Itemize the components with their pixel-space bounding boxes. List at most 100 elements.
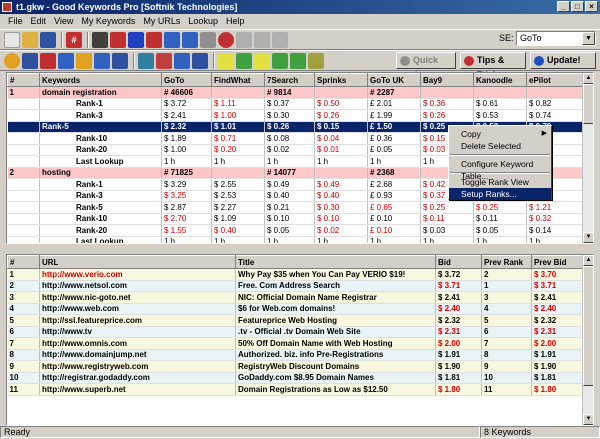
blue-box-icon[interactable] [174,52,190,69]
top-scrollbar[interactable]: ▲ ▼ [582,73,593,243]
yellow-box-icon[interactable] [254,52,270,69]
urls-col-header[interactable]: Title [235,255,436,269]
url-row[interactable]: 3 http://www.nic-goto.net NIC: Official Do… [7,291,584,304]
save-icon[interactable] [40,31,56,48]
keywords-col-header[interactable]: ePilot [526,73,584,87]
keywords-col-header[interactable]: Kanoodle [473,73,527,87]
ctx-delete-selected[interactable]: Delete Selected [449,140,551,152]
gray-tool-icon[interactable] [200,31,216,48]
keyword-row[interactable]: Rank-3 $ 2.41 $ 1.00 $ 0.30 $ 0.26 £ 1.99 $ 0.… [7,109,584,122]
urls-col-header[interactable]: Prev Rank [481,255,532,269]
keywords-col-header[interactable]: GoTo [161,73,212,87]
green-box-icon[interactable] [236,52,252,69]
binoculars-icon[interactable] [92,31,108,48]
keywords-col-header[interactable]: Sprinks [314,73,368,87]
scroll-up-icon[interactable]: ▲ [583,73,593,84]
search-engine-select[interactable]: GoTo ▼ [516,31,596,46]
table-cell: $ 0.26 [314,109,368,122]
red-globe-icon[interactable] [156,52,172,69]
scroll-thumb[interactable] [583,266,593,386]
refresh-icon[interactable] [236,31,252,48]
urls-table[interactable]: # URL Title Bid Prev Rank Prev Bid 1 http://ww… [6,254,594,426]
menu-edit[interactable]: Edit [27,14,51,29]
list-icon[interactable] [94,52,110,69]
pane-splitter[interactable] [0,246,600,252]
url-row[interactable]: 4 http://www.web.com $6 for Web.com domain… [7,303,584,315]
minimize-button[interactable]: _ [557,1,570,12]
maximize-button[interactable]: □ [571,1,584,12]
globe-icon[interactable] [138,52,154,69]
blue-table-icon[interactable] [112,52,128,69]
urls-col-header[interactable]: Prev Bid [531,255,584,269]
update-button[interactable]: Update! [530,52,596,69]
lookup-red-icon[interactable] [110,31,126,48]
keywords-col-header[interactable]: # [7,73,40,87]
keywords-col-header[interactable]: FindWhat [211,73,265,87]
green-list-icon[interactable] [290,52,306,69]
red-arrow-tool-icon[interactable] [40,52,56,69]
keyword-row[interactable]: Rank-1 $ 3.72 $ 1.11 $ 0.37 $ 0.50 £ 2.01 $ 0.… [7,98,584,110]
scroll-up-icon[interactable]: ▲ [583,255,593,266]
urls-col-header[interactable]: # [7,255,40,269]
kb-icon[interactable] [164,31,180,48]
olive-box-icon[interactable] [308,52,324,69]
red-arrow-icon[interactable] [146,31,162,48]
tips-tricks-button[interactable]: Tips & Tricks [460,52,526,80]
ctx-setup-ranks[interactable]: Setup Ranks... [449,188,551,200]
ctx-configure-keyword-table[interactable]: Configure Keyword Table... [449,158,551,181]
menu-my-urls[interactable]: My URLs [139,14,184,29]
url-row[interactable]: 8 http://www.domainjump.net Authorized. bi… [7,349,584,361]
urls-col-header[interactable]: URL [39,255,236,269]
url-row[interactable]: 2 http://www.netsol.com Free. Com Address … [7,280,584,292]
scroll-down-icon[interactable]: ▼ [583,232,593,243]
ctx-toggle-rank-view[interactable]: Toggle Rank View [449,176,551,188]
scroll-down-icon[interactable]: ▼ [583,414,593,425]
url-row[interactable]: 11 http://www.superb.net Domain Registrati… [7,383,584,396]
url-icon[interactable] [182,31,198,48]
keyword-row[interactable]: 1 domain registration # 46606 # 9814 # 2287 [7,86,584,99]
menu-lookup[interactable]: Lookup [184,14,222,29]
stop-icon[interactable] [218,31,234,48]
url-row[interactable]: 5 http://ssl.featureprice.com Featureprice… [7,314,584,327]
url-row[interactable]: 1 http://www.verio.com Why Pay $35 when Yo… [7,268,584,281]
bottom-scrollbar[interactable]: ▲ ▼ [582,255,593,425]
scroll-thumb[interactable] [583,84,593,124]
keyword-row[interactable]: Rank-10 $ 2.70 $ 1.09 $ 0.10 $ 0.10 £ 0.10 $ 0… [7,213,584,225]
undo-icon[interactable] [254,31,270,48]
highlight-icon[interactable] [218,52,234,69]
menu-file[interactable]: File [4,14,27,29]
chevron-down-icon[interactable]: ▼ [582,32,595,45]
menu-help[interactable]: Help [222,14,249,29]
title-bar: t1.gkw - Good Keywords Pro [Softnik Tech… [0,0,600,14]
url-row[interactable]: 9 http://www.registryweb.com RegistryWeb D… [7,360,584,373]
keyword-row[interactable]: Rank-20 $ 1.55 $ 0.40 $ 0.05 $ 0.02 £ 0.10 $ 0… [7,224,584,237]
new-file-icon[interactable] [4,31,20,48]
table-cell: 1 h [314,236,368,243]
menu-my-keywords[interactable]: My Keywords [77,14,139,29]
keyword-row[interactable]: Rank-5 $ 2.87 $ 2.27 $ 0.21 $ 0.30 £ 0.65 $ 0.… [7,201,584,214]
grid-blue-icon[interactable] [22,52,38,69]
keywords-col-header[interactable]: Bay9 [420,73,474,87]
url-row[interactable]: 6 http://www.tv .tv - Official .tv Domain … [7,326,584,338]
keywords-col-header[interactable]: 7Search [264,73,315,87]
redo-icon[interactable] [272,31,288,48]
orange-tool-icon[interactable] [76,52,92,69]
url-row[interactable]: 10 http://registrar.godaddy.com GoDaddy.co… [7,372,584,384]
close-button[interactable]: × [585,1,598,12]
hash-icon[interactable]: # [66,31,82,48]
blue-tool-icon[interactable] [58,52,74,69]
urls-col-header[interactable]: Bid [435,255,482,269]
keyword-row[interactable]: Last Lookup1 h1 h1 h1 h1 h1 h1 h1 h [7,236,584,243]
keywords-col-header[interactable]: GoTo UK [367,73,421,87]
lookup-blue-icon[interactable] [128,31,144,48]
view-icon[interactable] [192,52,208,69]
gear-icon[interactable] [4,52,20,69]
table-cell: 1 h [161,155,212,168]
menu-view[interactable]: View [50,14,77,29]
url-row[interactable]: 7 http://www.omnis.com 50% Off Domain Name… [7,337,584,350]
keywords-col-header[interactable]: Keywords [39,73,162,87]
open-folder-icon[interactable] [22,31,38,48]
green-table-icon[interactable] [272,52,288,69]
ctx-copy[interactable]: Copy ▶ [449,128,551,140]
quick-start-button[interactable]: Quick Start [396,52,456,80]
